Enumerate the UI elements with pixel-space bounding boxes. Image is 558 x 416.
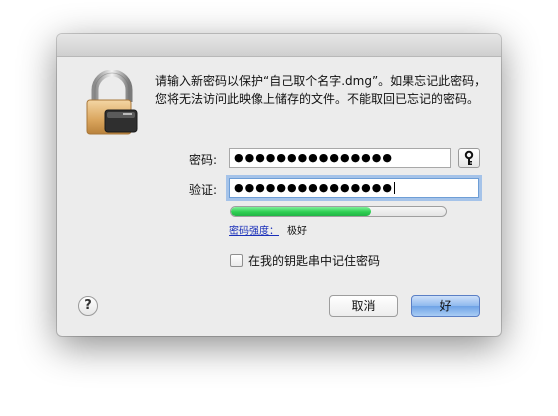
password-strength-value: 极好 bbox=[287, 226, 307, 237]
password-value: ●●●●●●●●●●●●●●● bbox=[234, 151, 393, 164]
title-bar[interactable] bbox=[57, 34, 501, 57]
password-strength-link[interactable]: 密码强度： bbox=[229, 222, 279, 237]
keychain-checkbox-label[interactable]: 在我的钥匙串中记住密码 bbox=[248, 252, 380, 269]
password-label: 密码: bbox=[188, 153, 217, 167]
verify-field[interactable]: ●●●●●●●●●●●●●●● bbox=[229, 178, 479, 198]
password-assistant-button[interactable] bbox=[458, 148, 480, 168]
password-strength-meter bbox=[230, 206, 447, 217]
ok-button[interactable]: 好 bbox=[411, 295, 480, 317]
key-icon bbox=[464, 150, 474, 165]
dialog-message: 请输入新密码以保护“自己取个名字.dmg”。如果忘记此密码，您将无法访问此映像上… bbox=[155, 74, 487, 106]
strength-meter-fill bbox=[231, 207, 371, 216]
verify-value: ●●●●●●●●●●●●●●● bbox=[234, 181, 393, 194]
password-dialog: 请输入新密码以保护“自己取个名字.dmg”。如果忘记此密码，您将无法访问此映像上… bbox=[57, 34, 501, 336]
text-caret bbox=[393, 182, 395, 194]
help-button[interactable]: ? bbox=[78, 296, 98, 316]
keychain-checkbox[interactable] bbox=[230, 254, 243, 267]
verify-label: 验证: bbox=[188, 183, 217, 197]
lock-icon bbox=[86, 70, 138, 135]
cancel-button[interactable]: 取消 bbox=[329, 295, 398, 317]
password-field[interactable]: ●●●●●●●●●●●●●●● bbox=[229, 148, 451, 168]
